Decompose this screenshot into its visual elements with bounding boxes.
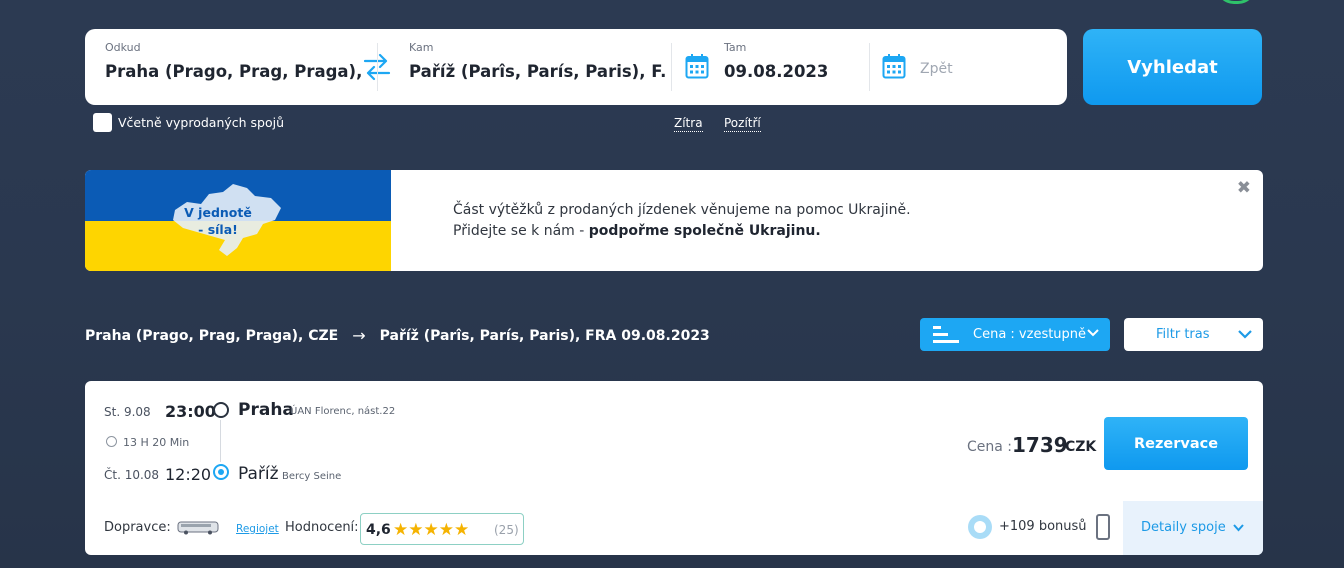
from-value[interactable]: Praha (Prago, Prag, Praga), C.. <box>105 62 367 81</box>
departure-time: 23:00 <box>165 402 216 421</box>
trip-duration: 13 H 20 Min <box>123 436 190 449</box>
price-currency: CZK <box>1065 439 1097 455</box>
filter-dropdown[interactable]: Filtr tras <box>1124 318 1263 351</box>
search-box: Odkud Praha (Prago, Prag, Praga), C.. Ka… <box>85 29 1067 105</box>
arrival-station: Bercy Seine <box>282 471 342 482</box>
carrier-label: Dopravce: <box>104 520 171 535</box>
ukraine-flag: V jednotě - síla! <box>85 170 391 271</box>
field-divider <box>671 43 672 91</box>
calendar-icon[interactable] <box>882 53 906 79</box>
filter-label: Filtr tras <box>1156 327 1210 342</box>
banner-line2: Přidejte se k nám - podpořme společně Uk… <box>453 221 911 242</box>
departure-point-icon <box>213 402 229 418</box>
route-summary: Praha (Prago, Prag, Praga), CZE → Paříž … <box>85 326 710 345</box>
route-line <box>220 420 221 462</box>
sort-dropdown[interactable]: Cena : vzestupně <box>920 318 1110 351</box>
departure-city: Praha <box>238 400 294 420</box>
from-field[interactable]: Odkud Praha (Prago, Prag, Praga), C.. <box>105 29 367 105</box>
arrow-right-icon: → <box>352 326 366 345</box>
arrival-date: Čt. 10.08 <box>104 468 160 482</box>
star-rating-icon: ★★★★★ <box>393 520 470 540</box>
field-divider <box>869 43 870 91</box>
chevron-down-icon <box>1087 329 1099 337</box>
details-label: Detaily spoje <box>1141 520 1226 535</box>
ukraine-banner: V jednotě - síla! Část výtěžků z prodaný… <box>85 170 1263 271</box>
banner-line2-prefix: Přidejte se k nám - <box>453 223 589 239</box>
arrival-time: 12:20 <box>165 465 212 484</box>
departure-station: ÚAN Florenc, nást.22 <box>290 406 396 417</box>
departure-date-label: Tam <box>724 41 747 54</box>
connection-card: St. 9.08 23:00 Praha ÚAN Florenc, nást.2… <box>85 381 1263 555</box>
rating-box[interactable]: 4,6 ★★★★★ (25) <box>360 513 524 545</box>
return-date-placeholder[interactable]: Zpět <box>920 61 953 77</box>
flag-text: V jednotě - síla! <box>184 205 252 237</box>
arrival-point-icon <box>213 464 229 480</box>
banner-line2-bold: podpořme společně Ukrajinu. <box>588 223 821 239</box>
route-from: Praha (Prago, Prag, Praga), CZE <box>85 327 339 344</box>
bonus-text: +109 bonusů <box>999 519 1087 534</box>
to-field[interactable]: Kam Paříž (Parîs, París, Paris), F... <box>409 29 667 105</box>
rating-label: Hodnocení: <box>285 520 359 535</box>
arrival-city: Paříž <box>238 464 279 484</box>
clock-icon <box>106 436 117 447</box>
bus-icon <box>177 521 219 535</box>
sort-label: Cena : vzestupně <box>973 327 1087 342</box>
reserve-button[interactable]: Rezervace <box>1104 417 1248 470</box>
field-divider <box>377 43 378 91</box>
route-to: Paříž (Parîs, París, Paris), FRA 09.08.2… <box>379 327 710 344</box>
mobile-ticket-icon <box>1096 514 1110 540</box>
price-label: Cena : <box>967 439 1013 455</box>
rating-count: (25) <box>494 523 519 537</box>
bonus-icon <box>968 515 992 539</box>
details-button[interactable]: Detaily spoje <box>1123 501 1263 555</box>
include-soldout-checkbox[interactable] <box>93 113 112 132</box>
carrier-link[interactable]: Regiojet <box>236 523 279 535</box>
tomorrow-link[interactable]: Zítra <box>674 116 703 132</box>
sort-icon <box>933 326 959 343</box>
banner-text: Část výtěžků z prodaných jízdenek věnuje… <box>453 200 911 242</box>
return-date-field[interactable]: Zpět <box>920 29 1040 105</box>
include-soldout-option[interactable]: Včetně vyprodaných spojů <box>93 113 284 132</box>
price-value: 1739 <box>1012 433 1068 457</box>
search-button[interactable]: Vyhledat <box>1083 29 1262 105</box>
chevron-down-icon <box>1238 330 1252 339</box>
rating-value: 4,6 <box>366 522 391 538</box>
include-soldout-label[interactable]: Včetně vyprodaných spojů <box>118 115 284 130</box>
status-indicator <box>1216 0 1256 4</box>
chevron-down-icon <box>1233 524 1244 532</box>
to-label: Kam <box>409 41 434 54</box>
from-label: Odkud <box>105 41 141 54</box>
close-icon[interactable]: ✖ <box>1237 178 1251 198</box>
banner-line1: Část výtěžků z prodaných jízdenek věnuje… <box>453 202 911 218</box>
departure-date: St. 9.08 <box>104 405 151 419</box>
departure-date-field[interactable]: Tam 09.08.2023 <box>724 29 884 105</box>
calendar-icon[interactable] <box>685 53 709 79</box>
to-value[interactable]: Paříž (Parîs, París, Paris), F... <box>409 62 667 81</box>
day-after-link[interactable]: Pozítří <box>724 116 761 132</box>
departure-date-value[interactable]: 09.08.2023 <box>724 62 828 81</box>
